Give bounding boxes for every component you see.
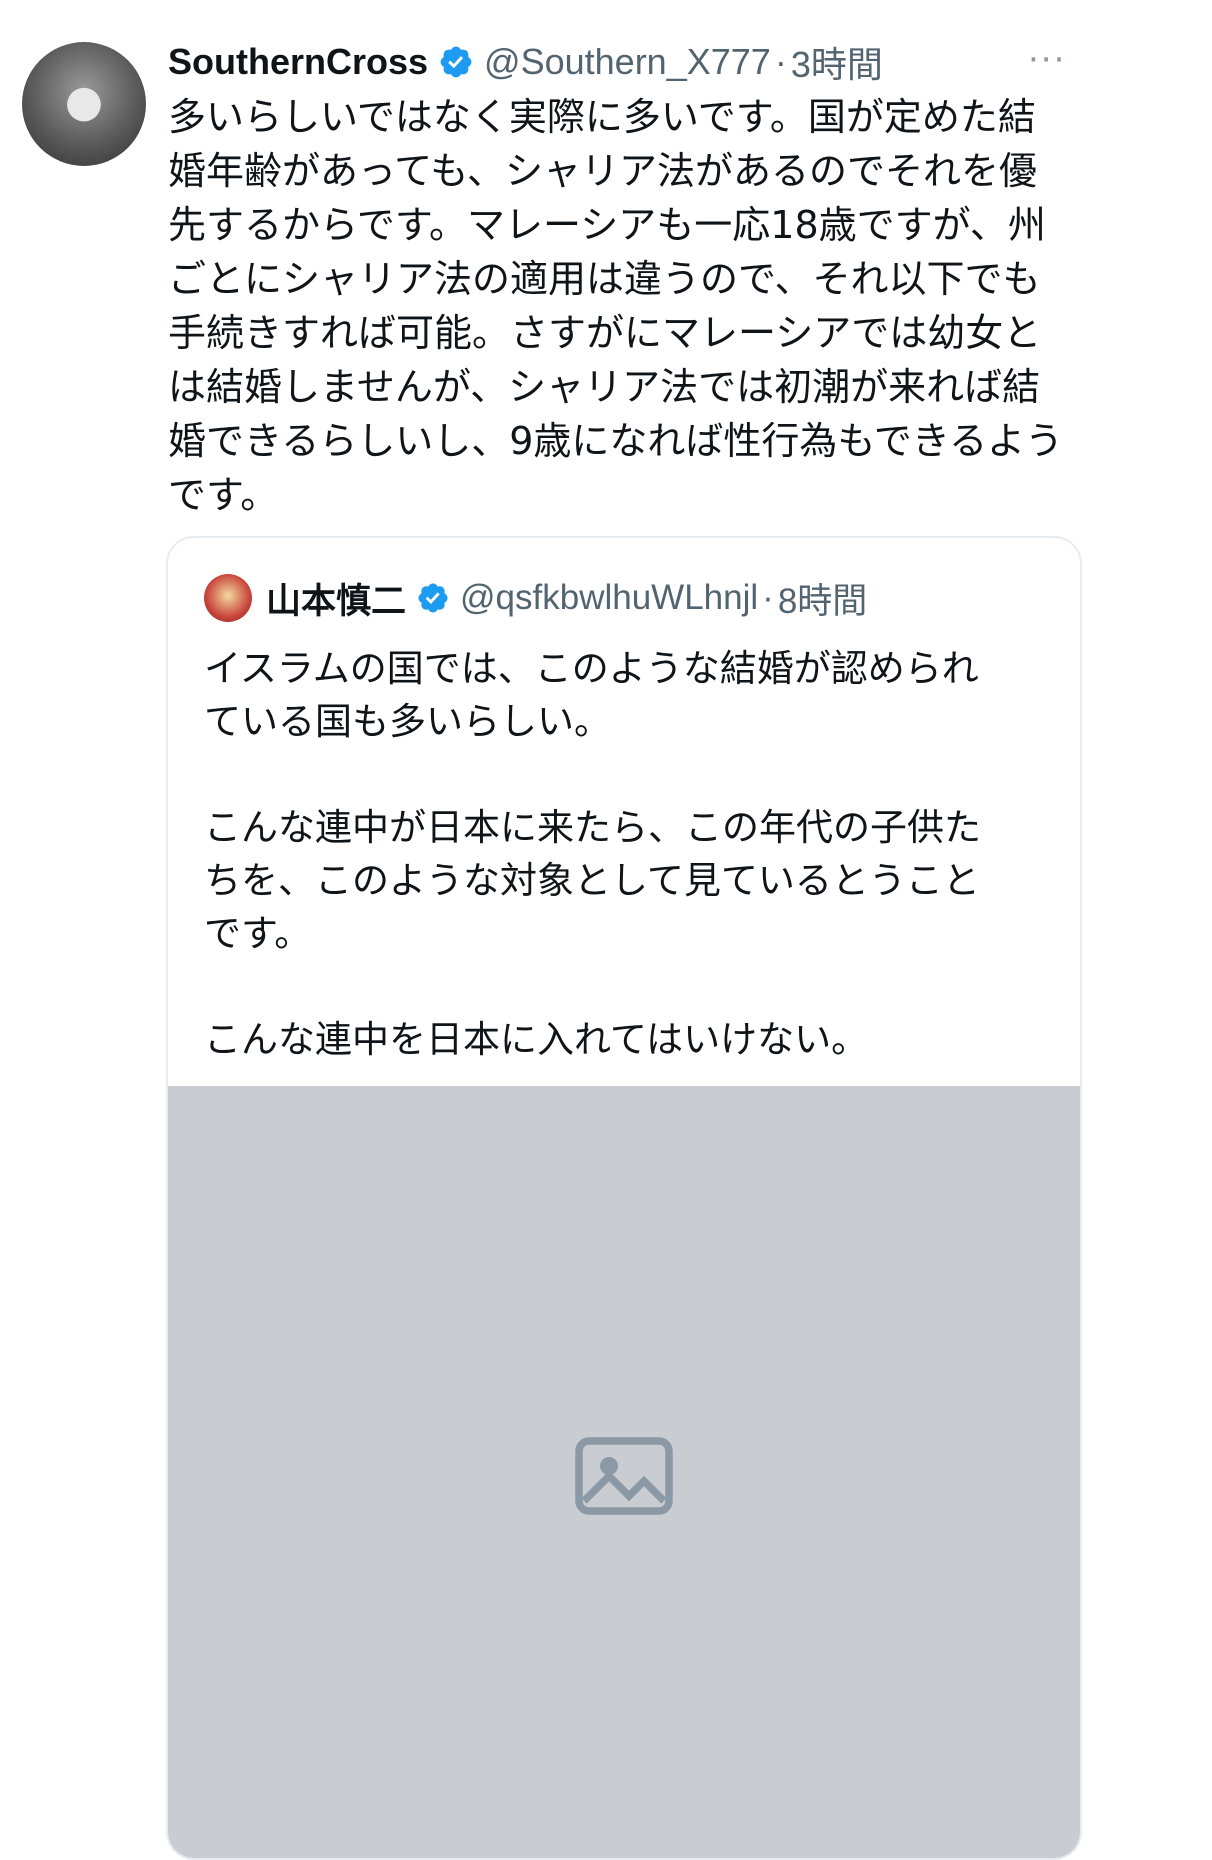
avatar-portrait-icon: ●	[64, 76, 104, 127]
tweet-body-line: 多いらしいではなく実際に多いです。国が定めた結	[168, 95, 1036, 139]
quoted-body-line: こんな連中が日本に来たら、この年代の子供た	[204, 806, 981, 849]
quoted-tweet-header: 山本慎二 @qsfkbwlhuWLhnjl · 8時間	[204, 572, 867, 624]
quoted-header-separator: ·	[762, 578, 774, 617]
tweet-body-line: ごとにシャリア法の適用は違うので、それ以下でも	[168, 257, 1041, 301]
author-display-name[interactable]: SouthernCross	[168, 41, 428, 83]
tweet-body-line: です。	[168, 473, 279, 517]
tweet-body-line: 手続きすれば可能。さすがにマレーシアでは幼女と	[168, 311, 1042, 355]
image-placeholder-icon	[575, 1437, 673, 1515]
tweet-body: 多いらしいではなく実際に多いです。国が定めた結 婚年齢があっても、シャリア法があ…	[168, 90, 1178, 522]
tweet-body-line: 婚できるらしいし、9歳になれば性行為もできるよう	[168, 419, 1064, 463]
tweet-body-line: 婚年齢があっても、シャリア法があるのでそれを優	[168, 149, 1038, 193]
quoted-body-line: ている国も多いらしい。	[204, 700, 611, 743]
quoted-tweet-timestamp[interactable]: 8時間	[778, 573, 867, 624]
tweet-timestamp[interactable]: 3時間	[791, 36, 883, 88]
header-separator: ·	[774, 41, 787, 82]
more-options-icon[interactable]: ···	[1028, 40, 1196, 80]
quoted-tweet-media[interactable]	[168, 1086, 1080, 1858]
quoted-body-line: こんな連中を日本に入れてはいけない。	[204, 1018, 869, 1061]
verified-badge-icon	[418, 583, 448, 613]
verified-badge-icon	[440, 46, 472, 78]
quoted-author-avatar[interactable]	[204, 574, 252, 622]
quoted-author-handle[interactable]: @qsfkbwlhuWLhnjl	[460, 578, 758, 618]
quoted-body-line: です。	[204, 912, 312, 955]
quoted-tweet-body: イスラムの国では、このような結婚が認められ ている国も多いらしい。 こんな連中が…	[204, 642, 1064, 1066]
author-handle[interactable]: @Southern_X777	[484, 41, 771, 83]
quoted-body-line: ちを、このような対象として見ているとうこと	[204, 859, 980, 902]
quoted-body-line: イスラムの国では、このような結婚が認められ	[204, 647, 979, 690]
tweet-body-line: 先するからです。マレーシアも一応18歳ですが、州	[168, 203, 1046, 247]
tweet-body-line: は結婚しませんが、シャリア法では初潮が来れば結	[168, 365, 1041, 409]
tweet-header: SouthernCross @Southern_X777 · 3時間	[168, 34, 1178, 90]
author-avatar[interactable]: ●	[22, 42, 146, 166]
tweet[interactable]: ● SouthernCross @Southern_X777 · 3時間 ···…	[0, 0, 1212, 1860]
quoted-author-display-name[interactable]: 山本慎二	[266, 573, 406, 624]
quoted-tweet-card[interactable]: 山本慎二 @qsfkbwlhuWLhnjl · 8時間 イスラムの国では、このよ…	[166, 536, 1082, 1860]
